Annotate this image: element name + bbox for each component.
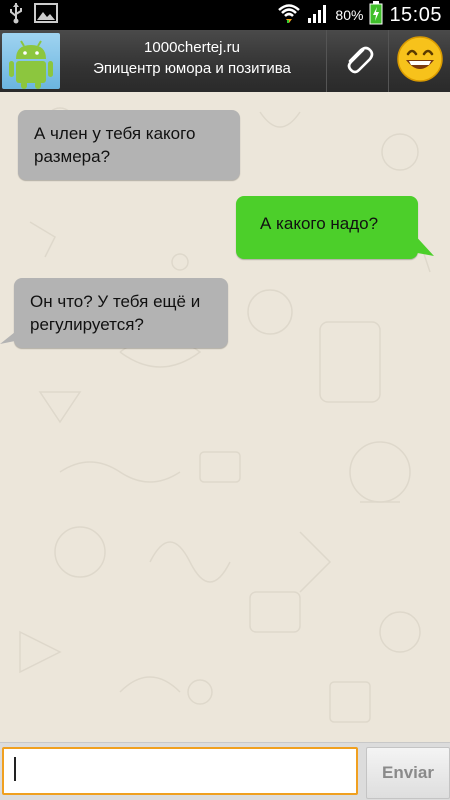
paperclip-icon [341, 42, 375, 81]
usb-icon [8, 2, 24, 29]
contact-status: Эпицентр юмора и позитива [93, 60, 291, 77]
android-robot-icon [2, 40, 60, 89]
battery-icon [369, 0, 383, 30]
status-bar: 80% 15:05 [0, 0, 450, 30]
conversation-header: 1000chertej.ru Эпицентр юмора и позитива [0, 30, 450, 93]
text-cursor [14, 757, 16, 781]
battery-percent: 80% [335, 7, 364, 23]
message-bubble-incoming[interactable]: Он что? У тебя ещё и регулируется? [14, 278, 228, 348]
message-text: А член у тебя какого [34, 124, 196, 143]
message-input[interactable] [2, 747, 358, 795]
signal-icon [307, 2, 329, 29]
emoji-button[interactable] [390, 30, 450, 92]
message-text: размера? [34, 147, 111, 166]
status-time: 15:05 [389, 3, 442, 26]
bubble-tail [412, 232, 434, 256]
send-button[interactable]: Enviar [366, 747, 450, 799]
bubble-tail [198, 152, 218, 174]
wifi-icon [277, 2, 301, 29]
message-bubble-outgoing[interactable]: А какого надо? [236, 196, 418, 259]
gallery-icon [34, 2, 58, 28]
composer-bar: Enviar [0, 742, 450, 800]
status-left-icons [8, 2, 58, 29]
message-text: А какого надо? [260, 214, 379, 233]
header-divider [326, 30, 327, 92]
message-text: регулируется? [30, 315, 144, 334]
header-divider [388, 30, 389, 92]
message-list[interactable]: А член у тебя какого размера? А какого н… [0, 92, 450, 742]
chat-screen: 80% 15:05 1000chertej.ru Эпицентр юмора … [0, 0, 450, 800]
contact-name: 1000chertej.ru [144, 39, 240, 56]
contact-avatar[interactable] [2, 33, 60, 89]
smiley-icon [395, 34, 445, 89]
bubble-tail [0, 328, 20, 344]
status-right-icons: 80% 15:05 [277, 0, 442, 30]
message-text: Он что? У тебя ещё и [30, 292, 201, 311]
doodle-background [19, 107, 431, 723]
conversation-title[interactable]: 1000chertej.ru Эпицентр юмора и позитива [62, 38, 322, 84]
attach-button[interactable] [328, 30, 388, 92]
